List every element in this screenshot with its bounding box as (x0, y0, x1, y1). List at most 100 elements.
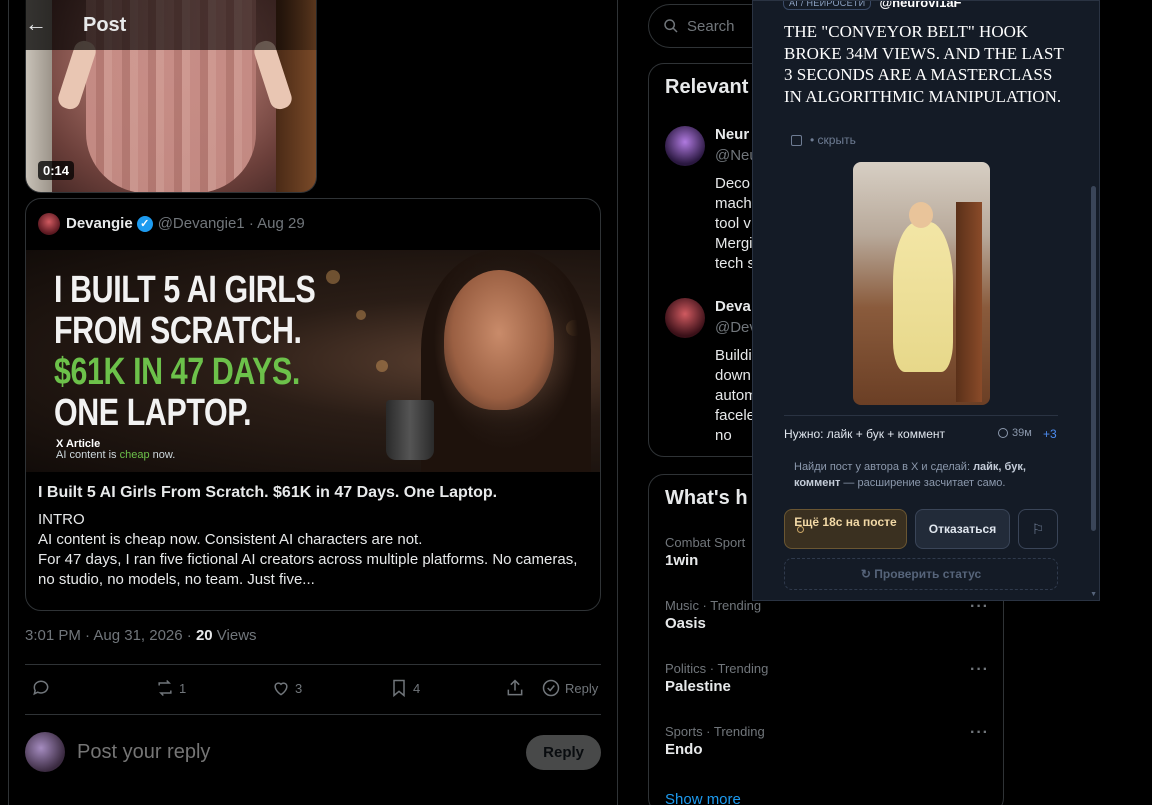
task-post-title: THE "CONVEYOR BELT" HOOK BROKE 34M VIEWS… (784, 22, 1064, 106)
share-button[interactable] (505, 678, 529, 698)
share-icon (507, 679, 523, 696)
reply-composer: Reply (25, 728, 601, 776)
relevant-user[interactable]: Neur @Neu Deco mach tool v Mergi tech s (665, 126, 758, 272)
timer-icon (797, 526, 804, 533)
tagline-pre: AI content is (56, 449, 120, 461)
action-bar: 1 3 4 Reply (25, 674, 601, 706)
quoted-post-header: Devangie ✓ @Devangie1 · Aug 29 (26, 199, 600, 235)
tagline-cheap: cheap (119, 449, 150, 461)
cover-headline-line: ONE LAPTOP. (54, 392, 252, 434)
relevant-user-handle: @Dev (715, 319, 757, 336)
like-button[interactable]: 3 (271, 678, 302, 698)
thumb-head (909, 202, 933, 228)
excerpt-line: INTRO (38, 511, 85, 528)
verified-badge-icon: ✓ (136, 215, 153, 232)
bookmark-button[interactable]: 4 (389, 678, 420, 698)
search-placeholder: Search (687, 17, 735, 35)
cover-tagline: AI content is cheap now. (56, 449, 175, 461)
bokeh-light (326, 270, 340, 284)
heart-icon (274, 682, 288, 696)
thumb-dress (893, 222, 953, 372)
bokeh-light (356, 310, 366, 320)
main-column: 0:14 ← Post Devangie ✓ @Devangie1 · Aug … (8, 0, 618, 805)
bokeh-light (376, 360, 388, 372)
cover-headline-line: FROM SCRATCH. (54, 310, 302, 352)
scroll-down-arrow-icon[interactable]: ▼ (1090, 591, 1097, 598)
hide-link[interactable]: • скрыть (810, 133, 856, 147)
time-ago-text: 39м (1012, 427, 1032, 439)
bookmark-count: 4 (413, 680, 421, 696)
author-handle[interactable]: @neurovi1aF (879, 1, 961, 10)
top-bar: ← Post (9, 0, 349, 50)
quoted-post[interactable]: Devangie ✓ @Devangie1 · Aug 29 I BUILT 5… (25, 198, 601, 611)
divider (25, 714, 601, 715)
article-excerpt: INTRO AI content is cheap now. Consisten… (26, 502, 600, 590)
trend-name: Palestine (665, 678, 731, 695)
cover-headline-line: I BUILT 5 AI GIRLS (54, 269, 316, 311)
post-timestamp[interactable]: 3:01 PM · Aug 31, 2026 · (25, 627, 196, 644)
repost-count: 1 (179, 680, 187, 696)
trend-item[interactable]: Sports · Trending Endo ··· (665, 724, 989, 758)
repost-button[interactable]: 1 (155, 678, 186, 698)
trend-name: Endo (665, 741, 703, 758)
article-title[interactable]: I Built 5 AI Girls From Scratch. $61K in… (26, 472, 600, 502)
more-options-icon[interactable]: ··· (970, 724, 989, 742)
reply-label: Reply (565, 680, 599, 696)
task-hint: Найди пост у автора в X и сделай: лайк, … (794, 459, 1044, 491)
relevant-user[interactable]: Deva @Dev Buildi down autom facele no (665, 298, 757, 444)
avatar[interactable] (665, 298, 705, 338)
avatar[interactable] (25, 732, 65, 772)
back-arrow-icon[interactable]: ← (25, 13, 47, 36)
cover-headline-line: $61K IN 47 DAYS. (54, 351, 300, 393)
post-thumbnail[interactable] (853, 162, 990, 405)
extension-task-card: AI / НЕЙРОСЕТИ @neurovi1aF THE "CONVEYOR… (752, 0, 1100, 601)
more-options-icon[interactable]: ··· (970, 661, 989, 679)
wait-on-post-button[interactable]: Ещё 18с на посте (784, 509, 907, 549)
hint-pre: Найди пост у автора в X и сделай: (794, 461, 974, 473)
refuse-button[interactable]: Отказаться (915, 509, 1010, 549)
check-status-button[interactable]: ↻ Проверить статус (784, 558, 1058, 590)
reply-button[interactable] (31, 678, 55, 698)
flag-icon[interactable]: ⚐ (1018, 509, 1058, 549)
like-count: 3 (295, 680, 303, 696)
divider (784, 415, 1058, 416)
reply-input[interactable] (77, 740, 507, 764)
avatar[interactable] (38, 212, 60, 235)
show-more-link[interactable]: Show more (665, 791, 741, 805)
divider (25, 664, 601, 665)
post-meta: 3:01 PM · Aug 31, 2026 · 20 Views (25, 627, 257, 644)
grok-reply-button[interactable]: Reply (541, 678, 598, 698)
repost-icon (158, 679, 172, 697)
clock-icon (998, 428, 1008, 438)
copy-hide-row: • скрыть (791, 133, 856, 147)
avatar[interactable] (665, 126, 705, 166)
required-actions: Нужно: лайк + бук + коммент (784, 427, 945, 441)
trend-item[interactable]: Music · Trending Oasis ··· (665, 598, 989, 632)
trend-name: Oasis (665, 615, 706, 632)
relevant-user-name[interactable]: Deva (715, 298, 751, 315)
reply-submit-button[interactable]: Reply (526, 734, 601, 770)
video-duration: 0:14 (38, 161, 75, 180)
copy-icon[interactable] (791, 134, 802, 146)
trend-item[interactable]: Politics · Trending Palestine ··· (665, 661, 989, 695)
cover-mug (386, 400, 434, 460)
trend-category: Sports · Trending (665, 724, 765, 739)
thumb-railing (956, 202, 982, 402)
task-header: AI / НЕЙРОСЕТИ @neurovi1aF (783, 1, 961, 10)
scrollbar[interactable] (1091, 186, 1096, 531)
views-count: 20 (195, 627, 213, 644)
page-title: Post (83, 13, 127, 36)
quoted-author-name[interactable]: Devangie (66, 215, 133, 232)
tagline-post: now. (149, 449, 176, 461)
check-status-label: Проверить статус (874, 567, 982, 581)
article-cover-image[interactable]: I BUILT 5 AI GIRLS FROM SCRATCH. $61K IN… (26, 250, 600, 472)
trend-category: Politics · Trending (665, 661, 769, 676)
search-icon (664, 19, 678, 33)
check-circle-icon (542, 679, 560, 697)
excerpt-line: AI content is cheap now. Consistent AI c… (38, 531, 423, 548)
cover-figure-face (444, 270, 554, 410)
quoted-author-handle: @Devangie1 · Aug 29 (157, 215, 305, 232)
time-ago: 39м (998, 427, 1032, 439)
relevant-user-name[interactable]: Neur (715, 126, 749, 143)
category-tag: AI / НЕЙРОСЕТИ (783, 1, 872, 10)
